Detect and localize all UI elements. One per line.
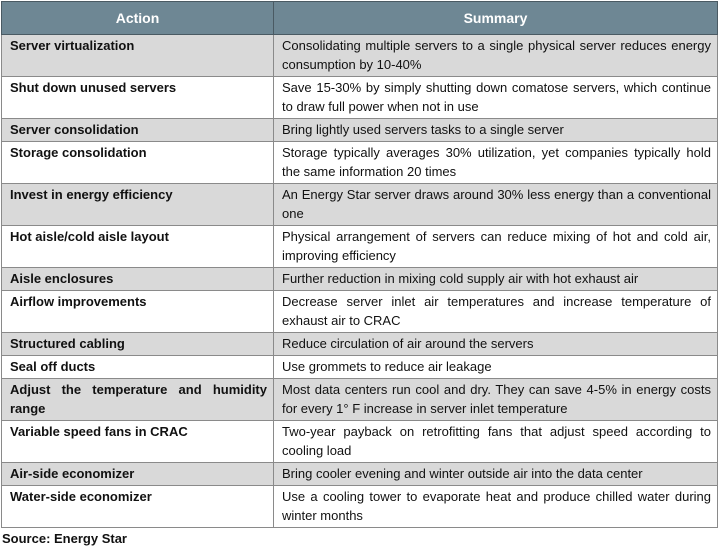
table-row: Variable speed fans in CRAC Two-year pay…: [1, 420, 718, 463]
action-cell: Structured cabling: [1, 332, 274, 356]
table-row: Invest in energy efficiency An Energy St…: [1, 183, 718, 226]
energy-efficiency-actions-table: Action Summary Server virtualization Con…: [1, 1, 718, 528]
table-header-row: Action Summary: [1, 1, 718, 35]
action-cell: Invest in energy efficiency: [1, 183, 274, 226]
action-cell: Server virtualization: [1, 34, 274, 77]
action-cell: Water-side economizer: [1, 485, 274, 528]
action-cell: Storage consolidation: [1, 141, 274, 184]
table-row: Seal off ducts Use grommets to reduce ai…: [1, 355, 718, 379]
summary-cell: Physical arrangement of servers can redu…: [273, 225, 718, 268]
table-row: Storage consolidation Storage typically …: [1, 141, 718, 184]
summary-cell: Use grommets to reduce air leakage: [273, 355, 718, 379]
summary-cell: Two-year payback on retrofitting fans th…: [273, 420, 718, 463]
column-header-action: Action: [1, 1, 274, 35]
table-row: Structured cabling Reduce circulation of…: [1, 332, 718, 356]
action-cell: Adjust the temperature and humidity rang…: [1, 378, 274, 421]
summary-cell: Bring cooler evening and winter outside …: [273, 462, 718, 486]
action-cell: Shut down unused servers: [1, 76, 274, 119]
table-row: Aisle enclosures Further reduction in mi…: [1, 267, 718, 291]
summary-cell: Consolidating multiple servers to a sing…: [273, 34, 718, 77]
table-row: Server virtualization Consolidating mult…: [1, 34, 718, 77]
action-cell: Aisle enclosures: [1, 267, 274, 291]
column-header-summary: Summary: [273, 1, 718, 35]
table-row: Shut down unused servers Save 15-30% by …: [1, 76, 718, 119]
action-cell: Air-side economizer: [1, 462, 274, 486]
action-cell: Variable speed fans in CRAC: [1, 420, 274, 463]
summary-cell: An Energy Star server draws around 30% l…: [273, 183, 718, 226]
table-row: Water-side economizer Use a cooling towe…: [1, 485, 718, 528]
summary-cell: Further reduction in mixing cold supply …: [273, 267, 718, 291]
table-row: Adjust the temperature and humidity rang…: [1, 378, 718, 421]
table-row: Server consolidation Bring lightly used …: [1, 118, 718, 142]
summary-cell: Save 15-30% by simply shutting down coma…: [273, 76, 718, 119]
action-cell: Seal off ducts: [1, 355, 274, 379]
action-cell: Server consolidation: [1, 118, 274, 142]
action-cell: Airflow improvements: [1, 290, 274, 333]
source-caption: Source: Energy Star: [2, 531, 127, 546]
summary-cell: Reduce circulation of air around the ser…: [273, 332, 718, 356]
table-row: Airflow improvements Decrease server inl…: [1, 290, 718, 333]
table-row: Hot aisle/cold aisle layout Physical arr…: [1, 225, 718, 268]
summary-cell: Decrease server inlet air temperatures a…: [273, 290, 718, 333]
summary-cell: Storage typically averages 30% utilizati…: [273, 141, 718, 184]
action-cell: Hot aisle/cold aisle layout: [1, 225, 274, 268]
table-row: Air-side economizer Bring cooler evening…: [1, 462, 718, 486]
summary-cell: Use a cooling tower to evaporate heat an…: [273, 485, 718, 528]
summary-cell: Most data centers run cool and dry. They…: [273, 378, 718, 421]
summary-cell: Bring lightly used servers tasks to a si…: [273, 118, 718, 142]
